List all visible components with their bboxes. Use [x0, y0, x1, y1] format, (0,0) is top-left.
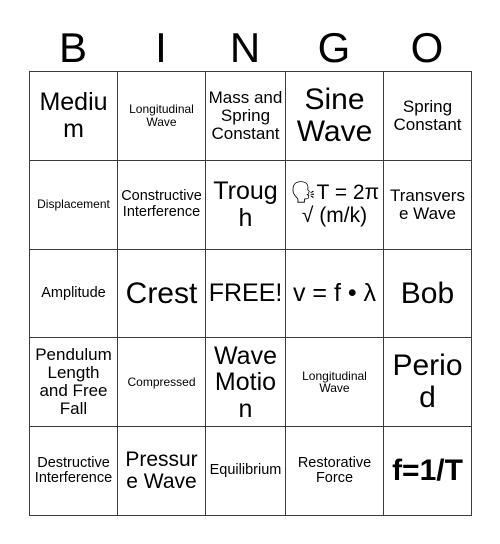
bingo-card: B I N G O Medium Longitudinal Wave Mass …: [0, 0, 500, 544]
bingo-cell[interactable]: Transverse Wave: [383, 159, 472, 250]
bingo-cell-label: Transverse Wave: [390, 185, 465, 223]
bingo-cell-label: Amplitude: [41, 284, 106, 301]
bingo-cell-label: FREE!: [208, 279, 283, 308]
bingo-row: Medium Longitudinal Wave Mass and Spring…: [29, 71, 472, 161]
bingo-cell-label: Restorative Force: [297, 454, 372, 487]
bingo-cell-label: Bob: [400, 276, 455, 310]
bingo-cell-label: v = f • λ: [292, 279, 377, 308]
bingo-cell[interactable]: Restorative Force: [285, 426, 384, 516]
bingo-cell[interactable]: Longitudinal Wave: [285, 337, 384, 428]
bingo-cell-label: Crest: [125, 276, 198, 310]
bingo-cell[interactable]: Pressure Wave: [117, 426, 206, 516]
bingo-cell-label: Period: [392, 349, 463, 415]
bingo-cell[interactable]: Compressed: [117, 337, 206, 428]
bingo-header-letter-b: B: [58, 24, 87, 71]
bingo-cell[interactable]: Bob: [383, 248, 472, 339]
bingo-cell[interactable]: Mass and Spring Constant: [205, 71, 286, 161]
bingo-cell-label: Medium: [39, 88, 108, 143]
bingo-cell[interactable]: Destructive Interference: [29, 426, 118, 516]
bingo-cell-label: Pendulum Length and Free Fall: [35, 345, 112, 419]
bingo-header-letter-n: N: [229, 24, 261, 71]
bingo-header-letter-g: G: [317, 24, 351, 71]
bingo-cell[interactable]: Wave Motion: [205, 337, 286, 428]
bingo-cell-label: Sine Wave: [296, 83, 373, 148]
bingo-cell[interactable]: Sine Wave: [285, 71, 384, 161]
bingo-cell[interactable]: Pendulum Length and Free Fall: [29, 337, 118, 428]
bingo-cell-label: Spring Constant: [393, 96, 462, 134]
bingo-cell[interactable]: Medium: [29, 71, 118, 161]
bingo-cell-label: 🗣T = 2π √ (m/k): [289, 181, 380, 227]
bingo-cell-free[interactable]: FREE!: [205, 248, 286, 339]
bingo-cell-label: Mass and Spring Constant: [208, 87, 283, 143]
bingo-grid: Medium Longitudinal Wave Mass and Spring…: [29, 71, 472, 516]
bingo-cell[interactable]: Displacement: [29, 159, 118, 250]
bingo-cell[interactable]: Longitudinal Wave: [117, 71, 206, 161]
bingo-cell[interactable]: 🗣T = 2π √ (m/k): [285, 159, 384, 250]
bingo-cell[interactable]: Spring Constant: [383, 71, 472, 161]
bingo-cell-label: Trough: [213, 177, 278, 232]
bingo-header-row: B I N G O: [29, 20, 471, 71]
bingo-cell[interactable]: Period: [383, 337, 472, 428]
bingo-cell[interactable]: Amplitude: [29, 248, 118, 339]
bingo-cell-label: Pressure Wave: [125, 447, 198, 494]
bingo-cell[interactable]: Constructive Interference: [117, 159, 206, 250]
bingo-cell-label: Wave Motion: [214, 341, 277, 423]
bingo-row: Pendulum Length and Free Fall Compressed…: [29, 337, 472, 428]
bingo-cell[interactable]: Crest: [117, 248, 206, 339]
bingo-cell[interactable]: f=1/T: [383, 426, 472, 516]
bingo-row: Displacement Constructive Interference T…: [29, 159, 472, 250]
bingo-header-letter-i: I: [155, 24, 167, 71]
bingo-cell-label: Equilibrium: [209, 462, 282, 479]
bingo-cell-label: Constructive Interference: [121, 188, 202, 220]
bingo-cell-label: f=1/T: [392, 454, 463, 488]
bingo-row: Amplitude Crest FREE! v = f • λ Bob: [29, 248, 472, 339]
bingo-cell[interactable]: v = f • λ: [285, 248, 384, 339]
bingo-cell-label: Compressed: [127, 374, 196, 389]
bingo-cell[interactable]: Equilibrium: [205, 426, 286, 516]
bingo-cell-label: Longitudinal Wave: [129, 102, 194, 129]
bingo-cell[interactable]: Trough: [205, 159, 286, 250]
bingo-cell-label: Destructive Interference: [34, 454, 113, 487]
bingo-header-letter-o: O: [410, 24, 444, 71]
bingo-cell-label: Longitudinal Wave: [302, 368, 367, 396]
bingo-cell-label: Displacement: [37, 197, 110, 212]
bingo-row: Destructive Interference Pressure Wave E…: [29, 426, 472, 516]
